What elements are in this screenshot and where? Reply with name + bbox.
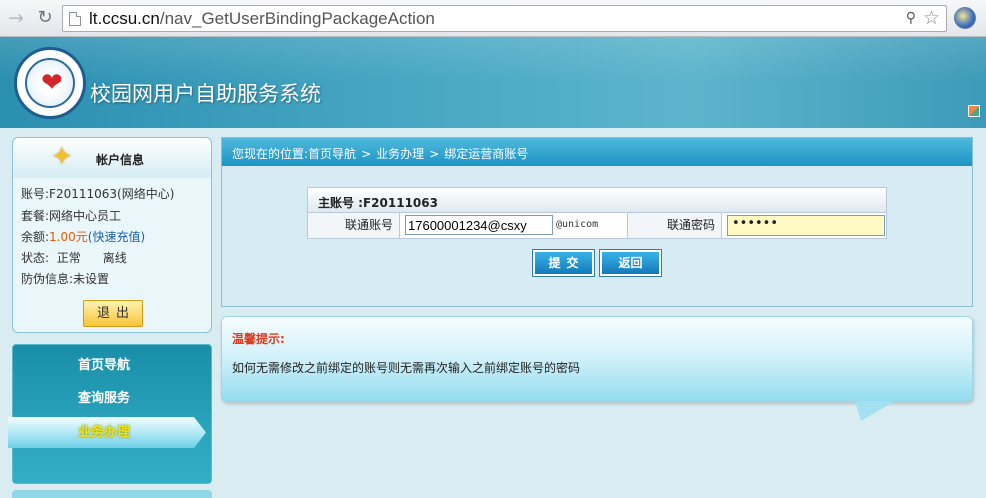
extension-icon[interactable] bbox=[954, 7, 976, 29]
star-icon: ✦ bbox=[51, 142, 73, 172]
balance-value: 1.00元 bbox=[49, 230, 88, 244]
reload-icon[interactable]: ↻ bbox=[34, 7, 56, 29]
tip-pointer bbox=[855, 401, 895, 421]
logo-emblem: ❤ bbox=[25, 58, 75, 108]
tip-title: 温馨提示: bbox=[232, 332, 285, 346]
balance-line: 余额:1.00元(快速充值) bbox=[21, 228, 145, 245]
submit-button[interactable]: 提交 bbox=[532, 249, 595, 277]
breadcrumb-separator: > bbox=[361, 147, 372, 161]
binding-form-row: 联通账号 @unicom 联通密码 •••••• bbox=[307, 213, 887, 239]
logout-button[interactable]: 退出 bbox=[83, 300, 143, 327]
account-info-title: 帐户信息 bbox=[96, 153, 145, 167]
unicom-account-label: 联通账号 bbox=[308, 213, 400, 238]
unicom-password-label: 联通密码 bbox=[628, 213, 722, 238]
offline-link[interactable]: 离线 bbox=[103, 251, 127, 265]
primary-account-label: 主账号 :F20111063 bbox=[318, 196, 438, 210]
unicom-password-input[interactable]: •••••• bbox=[727, 215, 885, 236]
security-value: 未设置 bbox=[73, 272, 110, 286]
package-line: 套餐:网络中心员工 bbox=[21, 207, 121, 224]
unicom-account-cell: @unicom bbox=[400, 213, 628, 238]
unicom-password-cell: •••••• bbox=[722, 213, 887, 238]
breadcrumb-separator: > bbox=[429, 147, 440, 161]
status-line: 状态: 正常 离线 bbox=[21, 249, 127, 266]
status-value: 正常 bbox=[56, 251, 81, 265]
account-line: 账号:F20111063(网络中心) bbox=[21, 185, 174, 202]
package-label: 套餐: bbox=[21, 209, 50, 223]
back-arrow-icon[interactable]: → bbox=[5, 7, 27, 29]
address-bar[interactable]: lt.ccsu.cn/nav_GetUserBindingPackageActi… bbox=[62, 5, 947, 32]
sidebar-menu: 首页导航 查询服务 bbox=[12, 344, 212, 484]
account-label: 账号: bbox=[21, 187, 50, 201]
browser-toolbar: → ↻ lt.ccsu.cn/nav_GetUserBindingPackage… bbox=[0, 0, 986, 37]
account-info-panel: ✦ 帐户信息 账号:F20111063(网络中心) 套餐:网络中心员工 余额:1… bbox=[12, 137, 212, 333]
bookmark-star-icon[interactable]: ☆ bbox=[923, 7, 940, 29]
breadcrumb: 您现在的位置:首页导航 > 业务办理 > 绑定运营商账号 bbox=[232, 145, 528, 162]
university-logo: ❤ bbox=[14, 47, 86, 119]
page-icon bbox=[69, 12, 81, 26]
url-host: lt.ccsu.cn bbox=[89, 9, 160, 28]
tip-text: 如何无需修改之前绑定的账号则无需再次输入之前绑定账号的密码 bbox=[232, 361, 581, 375]
corner-icon bbox=[968, 105, 980, 117]
sidebar-item-business[interactable]: 业务办理 bbox=[8, 417, 206, 448]
back-button[interactable]: 返回 bbox=[599, 249, 662, 277]
quick-recharge-link[interactable]: (快速充值) bbox=[88, 230, 145, 244]
sidebar-menu-next bbox=[12, 490, 212, 498]
breadcrumb-item-business[interactable]: 业务办理 bbox=[376, 147, 424, 161]
account-info-header: ✦ 帐户信息 bbox=[13, 138, 211, 178]
heart-icon: ❤ bbox=[41, 68, 63, 98]
site-title: 校园网用户自助服务系统 bbox=[90, 82, 321, 106]
account-domain-suffix: @unicom bbox=[556, 219, 599, 230]
security-line: 防伪信息:未设置 bbox=[21, 270, 109, 287]
status-label: 状态: bbox=[21, 251, 50, 265]
unicom-account-input[interactable] bbox=[405, 215, 553, 235]
security-label: 防伪信息: bbox=[21, 272, 74, 286]
breadcrumb-prefix: 您现在的位置: bbox=[232, 147, 309, 161]
form-header: 主账号 :F20111063 bbox=[307, 187, 887, 213]
url-path: /nav_GetUserBindingPackageAction bbox=[159, 9, 435, 28]
site-header: ❤ 校园网用户自助服务系统 bbox=[0, 37, 986, 128]
sidebar-item-query[interactable]: 查询服务 bbox=[13, 384, 211, 414]
breadcrumb-item-current: 绑定运营商账号 bbox=[444, 147, 529, 161]
breadcrumb-item-home[interactable]: 首页导航 bbox=[308, 147, 356, 161]
breadcrumb-bar: 您现在的位置:首页导航 > 业务办理 > 绑定运营商账号 bbox=[222, 138, 972, 166]
key-icon[interactable]: ⚲ bbox=[906, 10, 916, 26]
tip-box: 温馨提示: 如何无需修改之前绑定的账号则无需再次输入之前绑定账号的密码 bbox=[221, 316, 973, 402]
account-value: F20111063(网络中心) bbox=[49, 187, 175, 201]
sidebar-item-home[interactable]: 首页导航 bbox=[13, 351, 211, 381]
url-text[interactable]: lt.ccsu.cn/nav_GetUserBindingPackageActi… bbox=[89, 9, 435, 29]
balance-label: 余额: bbox=[21, 230, 50, 244]
package-value: 网络中心员工 bbox=[49, 209, 122, 223]
